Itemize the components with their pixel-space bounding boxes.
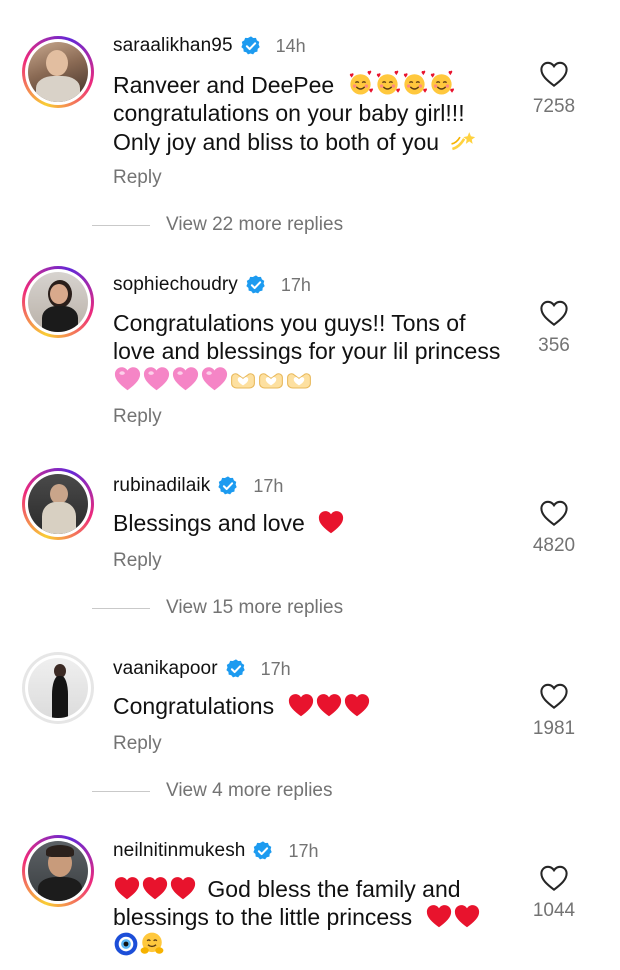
comment-line: congratulations on your baby girl!!! [113,100,465,126]
red-heart-icon [113,875,141,901]
heart-icon[interactable] [539,499,569,527]
red-heart-icon [453,903,481,929]
red-heart-icon [287,692,315,718]
timestamp: 14h [275,35,306,56]
heart-icon[interactable] [539,60,569,88]
like-count: 7258 [532,96,576,117]
red-heart-icon [141,875,169,901]
username[interactable]: sophiechoudry [113,274,238,296]
divider [92,607,150,609]
comment-text: Blessings and love [113,509,533,537]
reply-button[interactable]: Reply [113,167,162,189]
reply-button[interactable]: Reply [113,550,162,572]
red-heart-icon [343,692,371,718]
username[interactable]: rubinadilaik [113,475,210,497]
verified-badge-icon [240,35,262,57]
red-heart-icon [315,692,343,718]
timestamp: 17h [280,274,311,295]
comment-line: blessings to the little princess [113,904,413,930]
smiling-face-with-hearts-icon [428,70,455,97]
like-count: 4820 [532,535,576,556]
like-count: 356 [538,335,570,356]
heart-hands-icon [285,370,313,392]
pink-heart-icon [142,365,171,392]
view-more-replies-label: View 22 more replies [166,214,344,235]
timestamp: 17h [260,658,291,679]
like-group: 1044 [514,864,594,922]
avatar[interactable] [22,36,94,108]
pink-heart-icon [200,365,229,392]
nazar-amulet-icon [113,931,139,957]
view-more-replies-label: View 15 more replies [166,597,344,618]
like-group: 356 [514,299,594,357]
divider [92,224,150,226]
timestamp: 17h [288,840,319,861]
smiling-face-with-hearts-icon [374,70,401,97]
avatar[interactable] [22,652,94,724]
comment-text: Ranveer and DeePee congratulations on yo… [113,70,533,156]
view-more-replies[interactable]: View 15 more replies [92,597,343,619]
like-count: 1981 [532,718,576,739]
username[interactable]: saraalikhan95 [113,35,233,57]
like-group: 7258 [514,60,594,118]
pink-heart-icon [113,365,142,392]
comment-line: Blessings and love [113,510,305,536]
comment-line: Only joy and bliss to both of you [113,129,440,155]
pink-heart-icon [171,365,200,392]
red-heart-icon [317,509,345,535]
divider [92,790,150,792]
avatar[interactable] [22,835,94,907]
view-more-replies[interactable]: View 4 more replies [92,780,333,802]
like-group: 1981 [514,682,594,740]
avatar[interactable] [22,266,94,338]
heart-hands-icon [257,370,285,392]
comment-line: Ranveer and DeePee [113,72,335,98]
like-group: 4820 [514,499,594,557]
view-more-replies[interactable]: View 22 more replies [92,214,343,236]
verified-badge-icon [245,274,267,296]
smiling-face-with-hearts-icon [401,70,428,97]
comment-line: God bless the family and [207,876,461,902]
timestamp: 17h [253,475,284,496]
heart-icon[interactable] [539,682,569,710]
reply-button[interactable]: Reply [113,733,162,755]
heart-hands-icon [229,370,257,392]
comment-text: God bless the family and blessings to th… [113,875,533,961]
like-count: 1044 [532,900,576,921]
comment-text: Congratulations you guys!! Tons of love … [113,309,553,397]
verified-badge-icon [252,840,274,862]
hugging-face-icon [139,931,165,957]
verified-badge-icon [217,475,239,497]
heart-icon[interactable] [539,299,569,327]
avatar[interactable] [22,468,94,540]
comment-line: Congratulations you guys!! Tons of [113,310,466,336]
smiling-face-with-hearts-icon [347,70,374,97]
comment-line: Congratulations [113,693,275,719]
username[interactable]: vaanikapoor [113,658,218,680]
red-heart-icon [169,875,197,901]
username[interactable]: neilnitinmukesh [113,840,245,862]
heart-icon[interactable] [539,864,569,892]
comment-line: love and blessings for your lil princess [113,338,501,364]
dizzy-icon [449,127,476,154]
reply-button[interactable]: Reply [113,406,162,428]
comment-text: Congratulations [113,692,533,720]
red-heart-icon [425,903,453,929]
verified-badge-icon [225,658,247,680]
view-more-replies-label: View 4 more replies [166,780,333,801]
